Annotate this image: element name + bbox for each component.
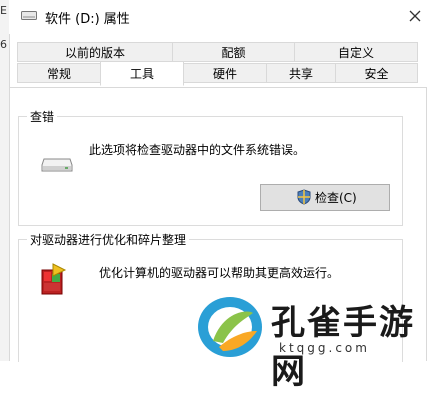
- tab-general[interactable]: 常规: [17, 63, 101, 83]
- tab-previous-versions[interactable]: 以前的版本: [17, 42, 173, 62]
- check-button-label: 检查(C): [315, 191, 357, 205]
- group-label: 查错: [27, 108, 58, 125]
- group-label: 对驱动器进行优化和碎片整理: [27, 231, 190, 248]
- tab-security[interactable]: 安全: [335, 63, 418, 83]
- defrag-icon: [41, 263, 67, 295]
- drive-icon: [41, 158, 73, 172]
- edge-char: E: [0, 4, 7, 17]
- tab-quota[interactable]: 配额: [172, 42, 295, 62]
- window-title: 软件 (D:) 属性: [45, 12, 130, 27]
- edge-char: 6: [0, 38, 7, 51]
- tab-customize[interactable]: 自定义: [294, 42, 418, 62]
- close-icon: [409, 10, 421, 22]
- close-button[interactable]: [405, 6, 425, 26]
- tab-sharing[interactable]: 共享: [266, 63, 336, 83]
- error-check-group: 查错 此选项将检查驱动器中的文件系统错误。 检查(C): [18, 108, 403, 226]
- shield-icon: [297, 189, 311, 205]
- title-bar: 软件 (D:) 属性: [9, 0, 435, 34]
- site-watermark: 孔雀手游网 ktqgg.com: [185, 291, 435, 392]
- watermark-logo-icon: [198, 297, 262, 357]
- tab-strip: 以前的版本 配额 自定义 常规 工具 硬件 共享 安全: [9, 42, 435, 88]
- drive-title-icon: [21, 11, 37, 20]
- check-button[interactable]: 检查(C): [260, 184, 390, 211]
- tab-hardware[interactable]: 硬件: [183, 63, 267, 83]
- tab-tools[interactable]: 工具: [100, 61, 184, 86]
- optimize-description: 优化计算机的驱动器可以帮助其更高效运行。: [99, 266, 340, 280]
- watermark-url: ktqgg.com: [279, 341, 370, 355]
- check-description: 此选项将检查驱动器中的文件系统错误。: [89, 143, 306, 157]
